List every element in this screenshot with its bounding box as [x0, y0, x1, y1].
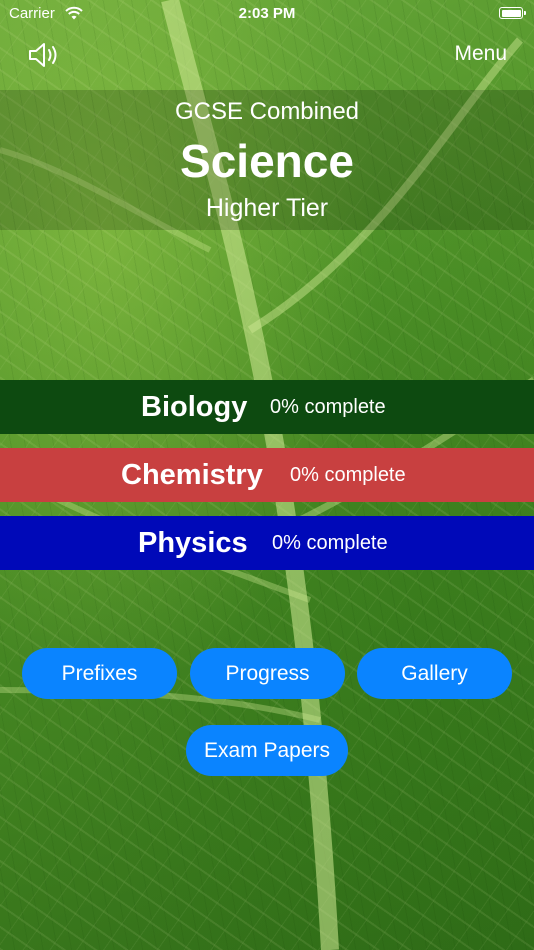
title-tier: Higher Tier [205, 194, 329, 222]
subject-biology-button[interactable]: Biology 0% complete [0, 380, 534, 434]
app-screen: Carrier 2:03 PM Menu GCSE Combined Scien… [0, 0, 534, 950]
subject-progress: 0% complete [272, 531, 388, 554]
subject-progress: 0% complete [270, 395, 386, 418]
title-subtitle: GCSE Combined [174, 98, 360, 125]
page-title: Science [180, 135, 354, 187]
battery-icon [499, 7, 526, 19]
subject-name: Biology [141, 390, 248, 423]
prefixes-button[interactable]: Prefixes [22, 648, 177, 699]
subject-physics-button[interactable]: Physics 0% complete [0, 516, 534, 570]
speaker-icon[interactable] [26, 40, 62, 70]
progress-button[interactable]: Progress [190, 648, 345, 699]
title-band: GCSE Combined Science Higher Tier [0, 90, 534, 230]
battery-fill [501, 9, 521, 17]
subject-name: Physics [138, 526, 248, 559]
status-bar: Carrier 2:03 PM [0, 0, 534, 28]
status-time: 2:03 PM [238, 5, 296, 22]
exam-papers-button[interactable]: Exam Papers [186, 725, 348, 776]
subject-chemistry-button[interactable]: Chemistry 0% complete [0, 448, 534, 502]
subject-name: Chemistry [121, 458, 263, 491]
gallery-button[interactable]: Gallery [357, 648, 512, 699]
menu-button[interactable]: Menu [454, 42, 507, 66]
subject-progress: 0% complete [290, 463, 406, 486]
